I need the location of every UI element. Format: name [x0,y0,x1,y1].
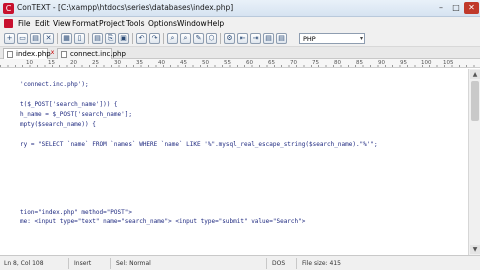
file-size: File size: 415 [302,260,341,267]
toolbar-separator [57,33,58,44]
menu-options[interactable]: Options [148,19,177,28]
paste-icon[interactable]: ▣ [118,33,129,44]
close-file-icon[interactable]: ✕ [43,33,54,44]
menu-edit[interactable]: Edit [35,19,50,28]
scroll-thumb[interactable] [471,81,479,121]
line-ending: DOS [272,260,286,267]
column-ruler: 10 15 20 25 30 35 40 45 50 55 60 65 70 7… [0,59,480,68]
menu-tools[interactable]: Tools [126,19,144,28]
code-line[interactable]: mpty($search_name)) { [20,121,96,129]
indent-left-icon[interactable]: ⇤ [237,33,248,44]
ruler-tick: 70 [290,60,297,66]
ruler-tick: 35 [136,60,143,66]
file-icon [61,51,67,58]
code-line[interactable]: 'connect.inc.php'); [20,81,89,89]
save-icon[interactable]: ▤ [30,33,41,44]
menu-bar: File Edit View Format Project Tools Opti… [0,17,480,30]
code-line[interactable]: tion="index.php" method="POST"> [20,209,132,217]
tab-bar: index.php x connect.inc.php [0,47,480,60]
print-preview-icon[interactable]: ▯ [74,33,85,44]
word-wrap-icon[interactable]: ▤ [263,33,274,44]
menu-window[interactable]: Window [177,19,207,28]
insert-mode: Insert [74,260,92,267]
ruler-tick: 50 [202,60,209,66]
ruler-tick: 25 [92,60,99,66]
close-button[interactable]: ✕ [464,2,479,14]
window-title: ConTEXT - [C:\xampp\htdocs\series\databa… [17,3,234,12]
code-line[interactable]: ry = "SELECT `name` FROM `names` WHERE `… [20,141,378,149]
ruler-tick: 10 [26,60,33,66]
ruler-tick: 45 [180,60,187,66]
ruler-tick: 65 [268,60,275,66]
status-separator [296,258,297,269]
scroll-up-icon[interactable]: ▲ [470,70,480,79]
maximize-button[interactable]: □ [449,2,463,14]
title-bar: C ConTEXT - [C:\xampp\htdocs\series\data… [0,0,480,17]
ruler-tick: 40 [158,60,165,66]
toolbar: + ▭ ▤ ✕ ▦ ▯ ▤ ⎘ ▣ ↶ ↷ ⌕ ⌕ ✎ ⬡ ⚙ ⇤ ⇥ ▤ ▤ … [0,30,480,47]
copy-icon[interactable]: ⎘ [105,33,116,44]
ruler-tick: 80 [334,60,341,66]
syntax-value: PHP [303,35,316,43]
ruler-tick: 15 [48,60,55,66]
cursor-position: Ln 8, Col 108 [4,260,44,267]
toolbar-separator [220,33,221,44]
code-line[interactable]: me: <input type="text" name="search_name… [20,218,305,226]
vertical-scrollbar[interactable]: ▲ ▼ [468,69,480,255]
tab-label: index.php [16,50,51,58]
settings-icon[interactable]: ⚙ [224,33,235,44]
menu-format[interactable]: Format [72,19,98,28]
print-icon[interactable]: ▦ [61,33,72,44]
toolbar-separator [88,33,89,44]
file-icon [7,51,13,58]
macro-icon[interactable]: ▤ [276,33,287,44]
code-line[interactable]: h_name = $_POST['search_name']; [20,111,132,119]
tab-connect-inc-php[interactable]: connect.inc.php [57,48,126,59]
status-separator [266,258,267,269]
ruler-tick: 100 [421,60,432,66]
replace-icon[interactable]: ✎ [193,33,204,44]
menu-file[interactable]: File [18,19,31,28]
status-bar: Ln 8, Col 108 Insert Sel: Normal DOS Fil… [0,255,480,270]
status-separator [110,258,111,269]
toolbar-separator [132,33,133,44]
ruler-tick: 95 [400,60,407,66]
menu-help[interactable]: Help [207,19,224,28]
document-icon[interactable] [4,19,13,28]
close-tab-icon[interactable]: x [49,49,56,56]
ruler-tick: 60 [246,60,253,66]
open-file-icon[interactable]: ▭ [17,33,28,44]
status-separator [68,258,69,269]
find-icon[interactable]: ⌕ [167,33,178,44]
selection-mode: Sel: Normal [116,260,151,267]
scroll-down-icon[interactable]: ▼ [470,245,480,254]
minimize-button[interactable]: – [434,2,448,14]
ruler-tick: 75 [312,60,319,66]
ruler-tick: 90 [378,60,385,66]
ruler-tick: 30 [114,60,121,66]
code-editor[interactable]: 'connect.inc.php'); t($_POST['search_nam… [0,69,468,255]
menu-view[interactable]: View [53,19,71,28]
ruler-tick: 55 [224,60,231,66]
ruler-tick: 20 [70,60,77,66]
redo-icon[interactable]: ↷ [149,33,160,44]
tab-label: connect.inc.php [70,50,126,58]
highlight-icon[interactable]: ⬡ [206,33,217,44]
ruler-tick: 105 [443,60,454,66]
menu-project[interactable]: Project [99,19,125,28]
cut-icon[interactable]: ▤ [92,33,103,44]
undo-icon[interactable]: ↶ [136,33,147,44]
chevron-down-icon: ▾ [359,35,363,42]
find-next-icon[interactable]: ⌕ [180,33,191,44]
new-file-icon[interactable]: + [4,33,15,44]
code-line[interactable]: t($_POST['search_name'])) { [20,101,118,109]
syntax-select[interactable]: PHP ▾ [299,33,365,44]
toolbar-separator [163,33,164,44]
ruler-tick: 85 [356,60,363,66]
indent-right-icon[interactable]: ⇥ [250,33,261,44]
app-icon: C [3,3,14,14]
